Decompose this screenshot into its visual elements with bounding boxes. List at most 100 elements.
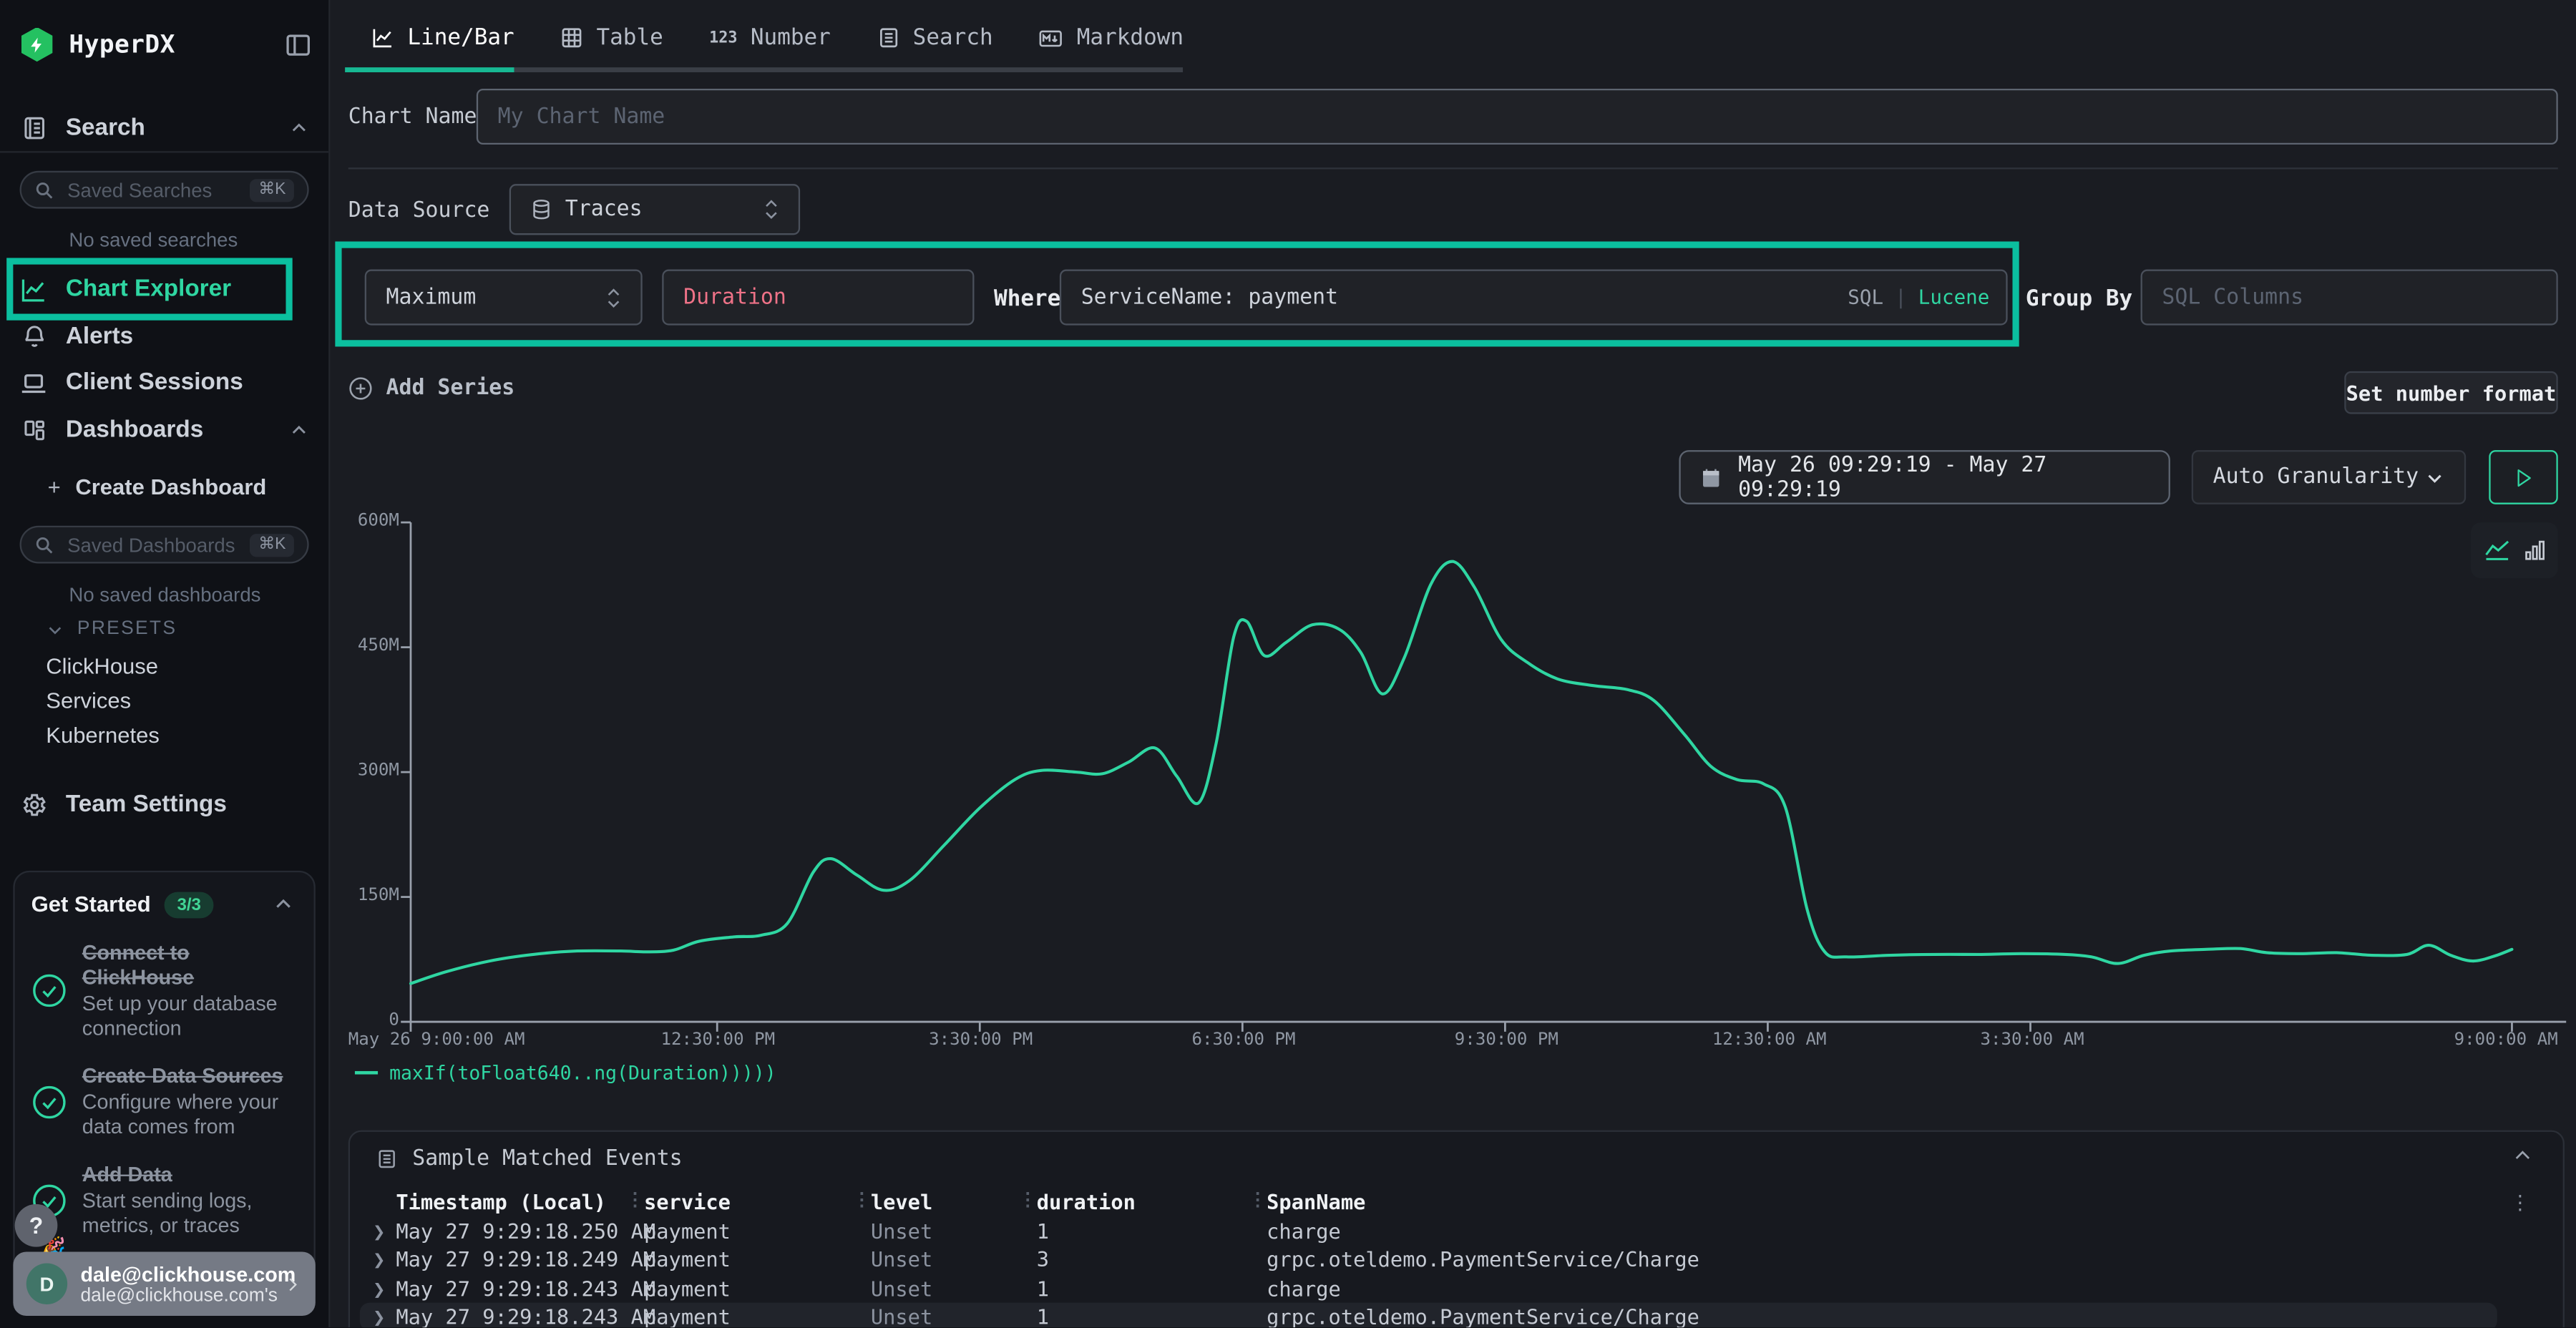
lucene-toggle-option[interactable]: Lucene bbox=[1918, 285, 1990, 308]
where-label: Where bbox=[994, 285, 1060, 312]
calendar-icon bbox=[1700, 466, 1722, 489]
active-tab-underline bbox=[345, 67, 514, 72]
get-started-title: Get Started bbox=[31, 892, 151, 917]
chevron-down-icon bbox=[46, 620, 64, 638]
chart-name-input[interactable] bbox=[498, 104, 2537, 129]
expand-row-icon[interactable]: ❯ bbox=[373, 1276, 385, 1300]
column-handle-icon[interactable]: ⋮ bbox=[1249, 1188, 1267, 1210]
x-axis-tick-label: 3:30:00 AM bbox=[1980, 1030, 2084, 1050]
chart-canvas[interactable] bbox=[328, 493, 2576, 1060]
step-title: Add Data bbox=[82, 1163, 294, 1189]
saved-searches-input[interactable] bbox=[64, 177, 250, 203]
number-123-icon: 123 bbox=[709, 29, 737, 47]
user-subtitle: dale@clickhouse.com's bbox=[81, 1286, 283, 1306]
tab-label: Number bbox=[751, 24, 831, 51]
collapse-events-button[interactable] bbox=[2512, 1145, 2533, 1166]
shortcut-badge: ⌘K bbox=[250, 178, 294, 201]
search-icon bbox=[34, 180, 54, 200]
no-saved-dashboards-text: No saved dashboards bbox=[69, 583, 260, 606]
cell-level: Unset bbox=[871, 1304, 932, 1327]
chart-name-field[interactable] bbox=[477, 89, 2558, 145]
field-select[interactable]: Duration bbox=[662, 270, 974, 326]
column-handle-icon[interactable]: ⋮ bbox=[1018, 1188, 1036, 1210]
column-handle-icon[interactable]: ⋮ bbox=[853, 1188, 871, 1210]
group-by-input[interactable] bbox=[2162, 285, 2536, 309]
where-value: ServiceName: payment bbox=[1081, 285, 1338, 309]
sidebar-preset-services[interactable]: Services bbox=[46, 688, 131, 713]
x-axis-tick-label: 9:00:00 AM bbox=[2454, 1030, 2558, 1050]
expand-row-icon[interactable]: ❯ bbox=[373, 1304, 385, 1327]
step-description: Configure where your data comes from bbox=[82, 1090, 294, 1141]
table-row[interactable]: ❯ May 27 9:29:18.250 AM payment Unset 1 … bbox=[360, 1216, 2497, 1244]
tab-markdown[interactable]: Markdown bbox=[1016, 24, 1206, 51]
sidebar-item-search[interactable]: Search bbox=[0, 105, 328, 151]
add-series-label: Add Series bbox=[386, 376, 515, 401]
expand-row-icon[interactable]: ❯ bbox=[373, 1218, 385, 1242]
group-by-field[interactable] bbox=[2141, 270, 2558, 326]
chevron-down-icon bbox=[2425, 467, 2445, 487]
expand-row-icon[interactable]: ❯ bbox=[373, 1247, 385, 1271]
plus-circle-icon bbox=[348, 376, 373, 401]
sidebar-item-chart-explorer[interactable]: Chart Explorer bbox=[0, 266, 328, 312]
tab-underline-track bbox=[514, 67, 1183, 72]
sidebar-item-alerts[interactable]: Alerts bbox=[0, 314, 328, 360]
presets-label: PRESETS bbox=[77, 620, 177, 640]
column-handle-icon[interactable]: ⋮ bbox=[626, 1188, 644, 1210]
chevron-up-icon[interactable] bbox=[273, 894, 294, 916]
tab-number[interactable]: 123 Number bbox=[686, 24, 854, 51]
column-header[interactable]: duration bbox=[1037, 1188, 1136, 1213]
table-row[interactable]: ❯ May 27 9:29:18.243 AM payment Unset 1 … bbox=[360, 1302, 2497, 1328]
events-table-header: Timestamp (Local) ⋮ service ⋮ level ⋮ du… bbox=[360, 1186, 2497, 1215]
table-row[interactable]: ❯ May 27 9:29:18.243 AM payment Unset 1 … bbox=[360, 1273, 2497, 1302]
saved-searches-search[interactable]: ⌘K bbox=[20, 171, 309, 209]
legend-line-swatch bbox=[355, 1071, 378, 1075]
cell-timestamp: May 27 9:29:18.243 AM bbox=[396, 1276, 655, 1300]
tab-label: Search bbox=[913, 24, 993, 51]
add-series-button[interactable]: Add Series bbox=[348, 376, 515, 401]
help-button[interactable]: ? bbox=[15, 1204, 58, 1247]
sql-toggle-option[interactable]: SQL bbox=[1848, 285, 1883, 308]
tab-line-bar[interactable]: Line/Bar bbox=[348, 24, 537, 51]
avatar: D bbox=[26, 1264, 67, 1304]
tab-table[interactable]: Table bbox=[537, 24, 686, 51]
saved-dashboards-input[interactable] bbox=[64, 532, 250, 558]
get-started-step-data-sources[interactable]: Create Data Sources Configure where your… bbox=[31, 1065, 294, 1141]
collapse-sidebar-button[interactable] bbox=[284, 30, 312, 58]
search-icon bbox=[34, 534, 54, 555]
presets-toggle[interactable]: PRESETS bbox=[46, 620, 177, 640]
sidebar-item-label: Chart Explorer bbox=[66, 276, 231, 303]
get-started-step-add-data[interactable]: Add Data Start sending logs, metrics, or… bbox=[31, 1163, 294, 1239]
tab-search[interactable]: Search bbox=[854, 24, 1016, 51]
sidebar-item-team-settings[interactable]: Team Settings bbox=[0, 782, 328, 828]
sidebar-preset-clickhouse[interactable]: ClickHouse bbox=[46, 654, 158, 678]
aggregation-value: Maximum bbox=[386, 285, 477, 309]
aggregation-select[interactable]: Maximum bbox=[365, 270, 643, 326]
column-header[interactable]: service bbox=[644, 1188, 731, 1213]
user-menu[interactable]: D dale@clickhouse.com dale@clickhouse.co… bbox=[13, 1251, 315, 1316]
sidebar-preset-kubernetes[interactable]: Kubernetes bbox=[46, 723, 160, 747]
hyperdx-app: HyperDX Search ⌘K No saved searches bbox=[0, 0, 2576, 1327]
tab-label: Line/Bar bbox=[407, 24, 514, 51]
column-header[interactable]: SpanName bbox=[1267, 1188, 1365, 1213]
step-title: Create Data Sources bbox=[82, 1065, 294, 1090]
cell-duration: 1 bbox=[1037, 1276, 1049, 1300]
cell-spanname: grpc.oteldemo.PaymentService/Charge bbox=[1267, 1247, 1699, 1271]
granularity-value: Auto Granularity bbox=[2213, 465, 2419, 489]
journal-icon bbox=[20, 114, 48, 142]
get-started-step-connect[interactable]: Connect to ClickHouse Set up your databa… bbox=[31, 940, 294, 1042]
hyperdx-logo-icon bbox=[20, 27, 54, 62]
create-dashboard-button[interactable]: + Create Dashboard bbox=[0, 467, 328, 506]
data-source-select[interactable]: Traces bbox=[509, 184, 800, 235]
cell-spanname: grpc.oteldemo.PaymentService/Charge bbox=[1267, 1304, 1699, 1327]
cell-service: payment bbox=[644, 1276, 731, 1300]
column-header[interactable]: Timestamp (Local) bbox=[396, 1188, 606, 1213]
saved-dashboards-search[interactable]: ⌘K bbox=[20, 526, 309, 564]
sidebar-item-dashboards[interactable]: Dashboards bbox=[0, 407, 328, 453]
sidebar-item-client-sessions[interactable]: Client Sessions bbox=[0, 360, 328, 406]
events-menu-kebab-icon[interactable]: ⋮ bbox=[2510, 1191, 2530, 1214]
where-field[interactable]: ServiceName: payment SQL | Lucene bbox=[1060, 270, 2008, 326]
chart-legend[interactable]: maxIf(toFloat640..ng(Duration))))) bbox=[355, 1061, 776, 1084]
table-row[interactable]: ❯ May 27 9:29:18.249 AM payment Unset 3 … bbox=[360, 1244, 2497, 1273]
set-number-format-button[interactable]: Set number format bbox=[2344, 371, 2557, 414]
column-header[interactable]: level bbox=[871, 1188, 932, 1213]
